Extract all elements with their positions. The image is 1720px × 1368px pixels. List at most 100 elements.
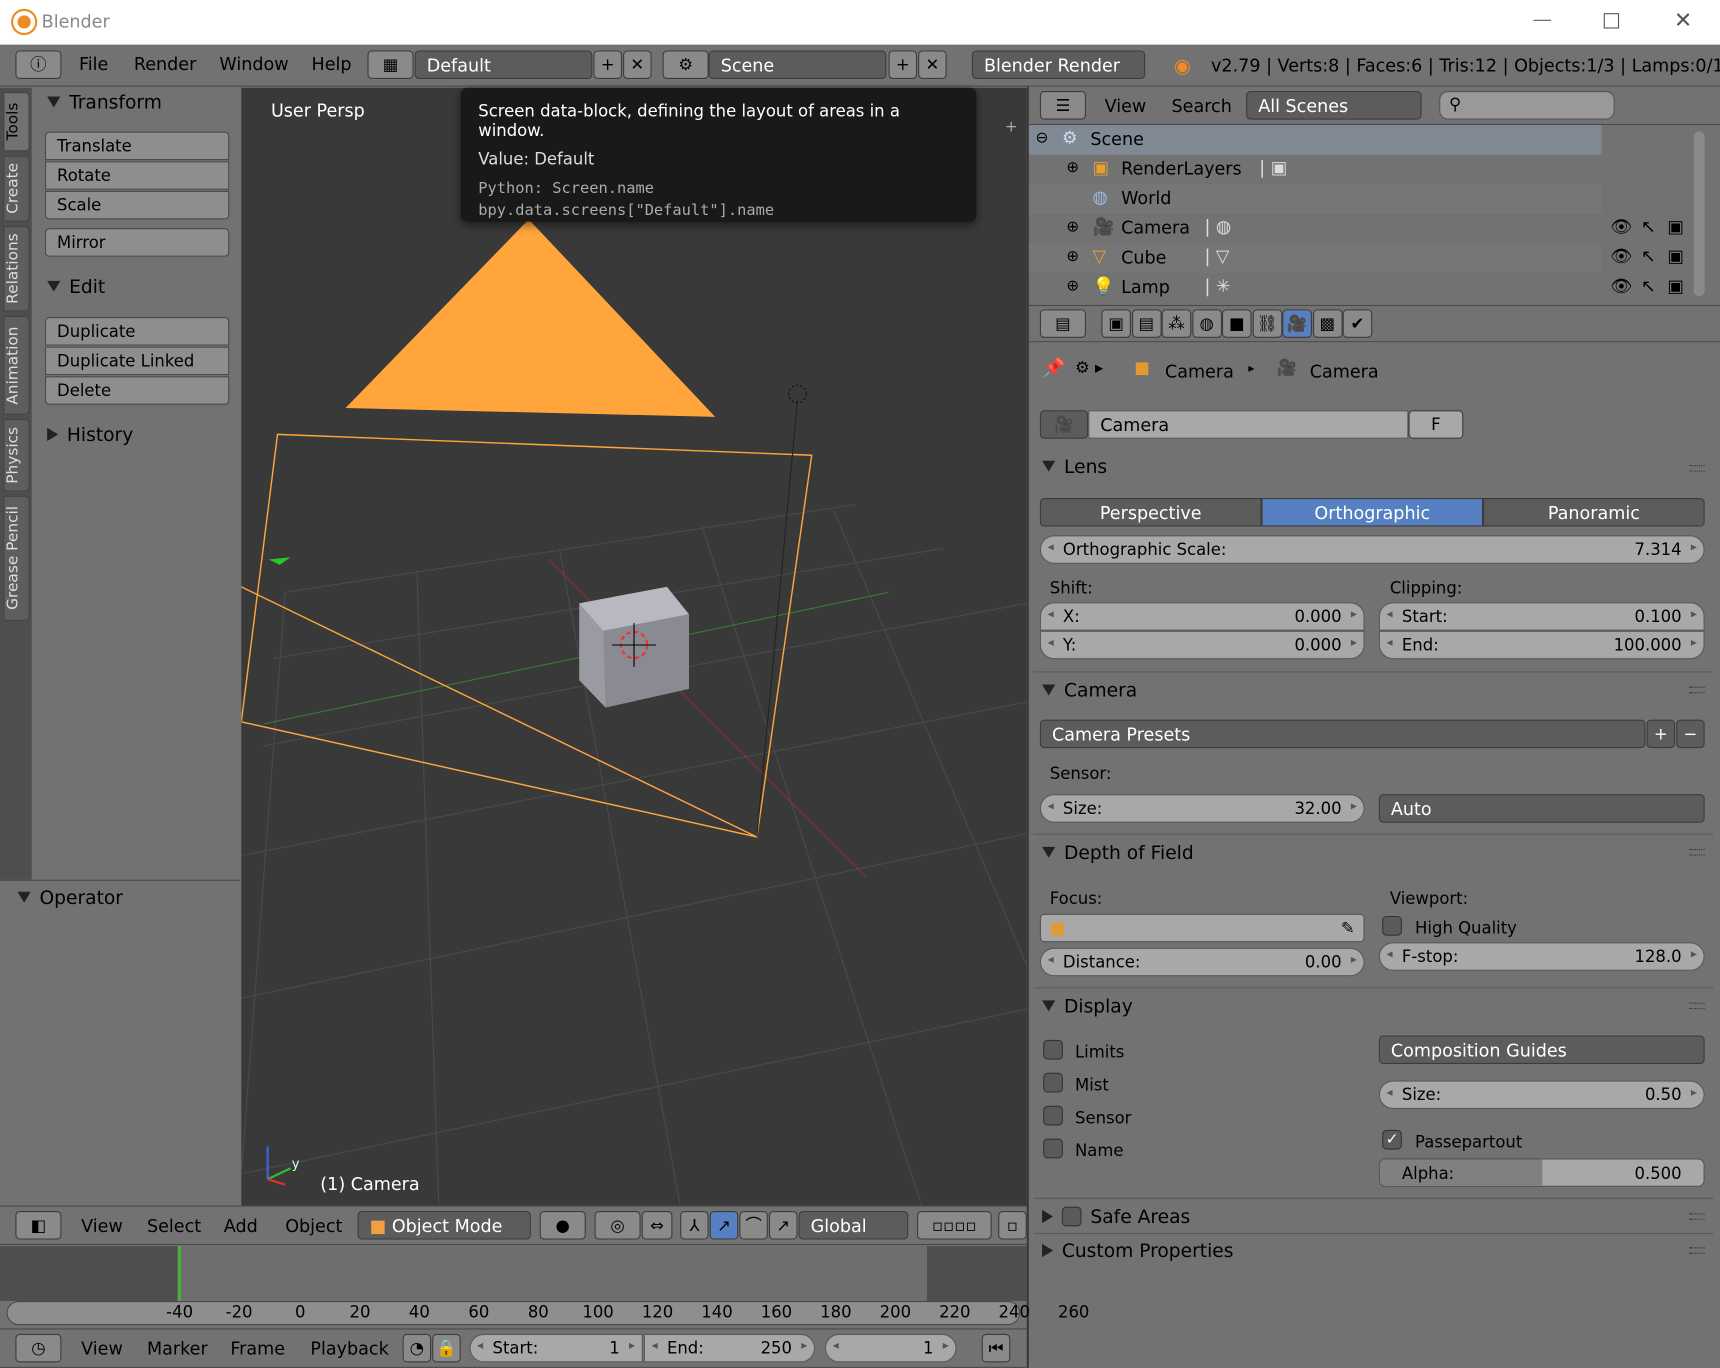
add-scene-button[interactable]: + xyxy=(888,50,918,79)
passepartout-checkbox[interactable]: ✓ xyxy=(1382,1129,1402,1150)
orientation-selector[interactable]: Global xyxy=(798,1211,909,1240)
scene-selector[interactable]: Scene xyxy=(708,50,887,79)
menu-select[interactable]: Select xyxy=(147,1215,201,1236)
timeline-scrubber[interactable] xyxy=(6,1300,1021,1326)
shift-x-field[interactable]: X:0.000 xyxy=(1039,602,1365,631)
maximize-button[interactable] xyxy=(1603,13,1620,29)
duplicate-linked-button[interactable]: Duplicate Linked xyxy=(44,346,230,376)
lens-perspective-button[interactable]: Perspective xyxy=(1039,498,1262,527)
camera-data-browse-button[interactable]: 🎥 xyxy=(1039,410,1089,439)
mode-selector[interactable]: ■ Object Mode xyxy=(357,1211,531,1240)
scale-manipulator[interactable]: ⌒ xyxy=(739,1211,768,1240)
lock-icon[interactable]: 🔒 xyxy=(432,1333,461,1363)
current-frame-field[interactable]: 1 xyxy=(824,1333,957,1363)
mirror-button[interactable]: Mirror xyxy=(44,228,230,257)
fake-user-button[interactable]: F xyxy=(1408,410,1464,439)
start-frame-field[interactable]: Start:1 xyxy=(469,1333,643,1363)
sensor-fit-selector[interactable]: Auto xyxy=(1378,794,1705,823)
layers-grid-2[interactable]: ▫ xyxy=(998,1211,1027,1240)
material-tab-icon[interactable]: ▩ xyxy=(1312,309,1343,338)
menu-view[interactable]: View xyxy=(81,1338,123,1359)
render-camera-icon[interactable]: ▣ xyxy=(1667,275,1684,296)
high-quality-checkbox[interactable] xyxy=(1382,915,1402,936)
add-screen-button[interactable]: + xyxy=(593,50,622,79)
editor-type-outliner-button[interactable]: ☰ xyxy=(1039,91,1086,120)
render-camera-icon[interactable]: ▣ xyxy=(1667,246,1684,267)
clip-start-field[interactable]: Start:0.100 xyxy=(1378,602,1705,631)
eye-icon[interactable]: 👁 xyxy=(1610,275,1632,296)
orthographic-scale-field[interactable]: Orthographic Scale:7.314 xyxy=(1039,535,1705,564)
panel-history-header[interactable]: History xyxy=(47,425,133,446)
timeline[interactable] xyxy=(0,1246,1027,1301)
tab-relations[interactable]: Relations xyxy=(3,225,30,312)
render-engine-selector[interactable]: Blender Render xyxy=(971,50,1146,79)
panel-transform-header[interactable]: Transform xyxy=(47,92,162,114)
constraints-tab-icon[interactable]: ⛓ xyxy=(1252,309,1282,338)
tab-grease-pencil[interactable]: Grease Pencil xyxy=(3,495,30,621)
outliner-item-camera[interactable]: ⊕ 🎥 Camera | ◍ 👁 ↖ ▣ xyxy=(1031,214,1684,244)
delete-scene-button[interactable]: ✕ xyxy=(918,50,947,79)
eye-icon[interactable]: 👁 xyxy=(1610,216,1632,237)
scene-icon[interactable]: ⚙ xyxy=(662,50,709,79)
editor-type-3d-button[interactable]: ◧ xyxy=(15,1211,62,1240)
duplicate-button[interactable]: Duplicate xyxy=(44,317,230,346)
scene-tab-icon[interactable]: ⁂ xyxy=(1161,309,1192,338)
render-camera-icon[interactable]: ▣ xyxy=(1667,216,1684,237)
outliner-item-renderlayers[interactable]: ⊕ ▣ RenderLayers | ▣ xyxy=(1031,155,1601,185)
outliner-item-lamp[interactable]: ⊕ 💡 Lamp | ✳ 👁 ↖ ▣ xyxy=(1031,273,1684,303)
editor-type-timeline-button[interactable]: ◷ xyxy=(15,1333,62,1363)
end-frame-field[interactable]: End:250 xyxy=(643,1333,816,1363)
render-layers-tab-icon[interactable]: ▤ xyxy=(1131,309,1162,338)
menu-frame[interactable]: Frame xyxy=(230,1338,285,1359)
menu-window[interactable]: Window xyxy=(219,54,288,75)
screen-selector[interactable]: Default xyxy=(414,50,593,79)
display-size-field[interactable]: Size:0.50 xyxy=(1378,1080,1705,1110)
outliner-item-scene[interactable]: ⊖ ⚙ Scene xyxy=(1031,125,1601,155)
panel-custom-properties-header[interactable]: Custom Properties xyxy=(1042,1241,1233,1263)
menu-view[interactable]: View xyxy=(1105,95,1147,116)
current-frame-indicator[interactable] xyxy=(177,1246,181,1301)
expand-icon[interactable]: ⊕ xyxy=(1066,159,1079,177)
panel-safe-areas-header[interactable]: Safe Areas xyxy=(1042,1206,1190,1229)
layers-grid[interactable]: ▫▫▫▫ xyxy=(917,1211,992,1240)
delete-screen-button[interactable]: ✕ xyxy=(623,50,652,79)
menu-view[interactable]: View xyxy=(81,1215,123,1236)
passepartout-alpha-slider[interactable]: Alpha: 0.500 xyxy=(1378,1158,1705,1187)
camera-datablock-name[interactable]: Camera xyxy=(1088,410,1409,439)
expand-icon[interactable]: ⊕ xyxy=(1066,278,1079,296)
remove-preset-button[interactable]: − xyxy=(1676,719,1705,749)
menu-help[interactable]: Help xyxy=(312,54,352,75)
delete-button[interactable]: Delete xyxy=(44,376,230,405)
shading-selector[interactable]: ● xyxy=(539,1211,586,1240)
object-data-tab-icon[interactable]: 🎥 xyxy=(1282,309,1312,338)
manipulator-orientation-icon[interactable]: ↗ xyxy=(768,1211,798,1240)
camera-presets-selector[interactable]: Camera Presets xyxy=(1039,719,1646,749)
object-tab-icon[interactable]: ■ xyxy=(1221,309,1252,338)
outliner-scrollbar[interactable] xyxy=(1693,131,1705,297)
world-tab-icon[interactable]: ◍ xyxy=(1191,309,1222,338)
panel-camera-header[interactable]: Camera xyxy=(1042,680,1137,702)
menu-playback[interactable]: Playback xyxy=(310,1338,388,1359)
safe-areas-checkbox[interactable] xyxy=(1061,1206,1082,1227)
sensor-checkbox[interactable] xyxy=(1043,1105,1063,1126)
translate-button[interactable]: Translate xyxy=(44,131,230,161)
select-cursor-icon[interactable]: ↖ xyxy=(1641,216,1656,237)
lens-orthographic-button[interactable]: Orthographic xyxy=(1261,498,1484,527)
panel-display-header[interactable]: Display xyxy=(1042,996,1133,1018)
jump-start-button[interactable]: ⏮ xyxy=(981,1333,1011,1363)
expand-icon[interactable]: ⊕ xyxy=(1066,218,1079,236)
screen-layout-icon[interactable]: ▦ xyxy=(367,50,414,79)
menu-file[interactable]: File xyxy=(79,54,108,75)
menu-object[interactable]: Object xyxy=(285,1215,342,1236)
panel-operator-header[interactable]: Operator xyxy=(17,887,123,909)
physics-tab-icon[interactable]: ✔ xyxy=(1342,309,1373,338)
add-region-icon[interactable]: + xyxy=(1005,118,1018,136)
select-cursor-icon[interactable]: ↖ xyxy=(1641,275,1656,296)
expand-icon[interactable]: ⊕ xyxy=(1066,248,1079,266)
eye-icon[interactable]: 👁 xyxy=(1610,246,1632,267)
outliner-item-cube[interactable]: ⊕ ▽ Cube | ▽ 👁 ↖ ▣ xyxy=(1031,244,1684,274)
translate-manipulator[interactable]: ⅄ xyxy=(680,1211,709,1240)
tab-animation[interactable]: Animation xyxy=(3,315,30,415)
menu-marker[interactable]: Marker xyxy=(147,1338,208,1359)
lens-panoramic-button[interactable]: Panoramic xyxy=(1483,498,1705,527)
